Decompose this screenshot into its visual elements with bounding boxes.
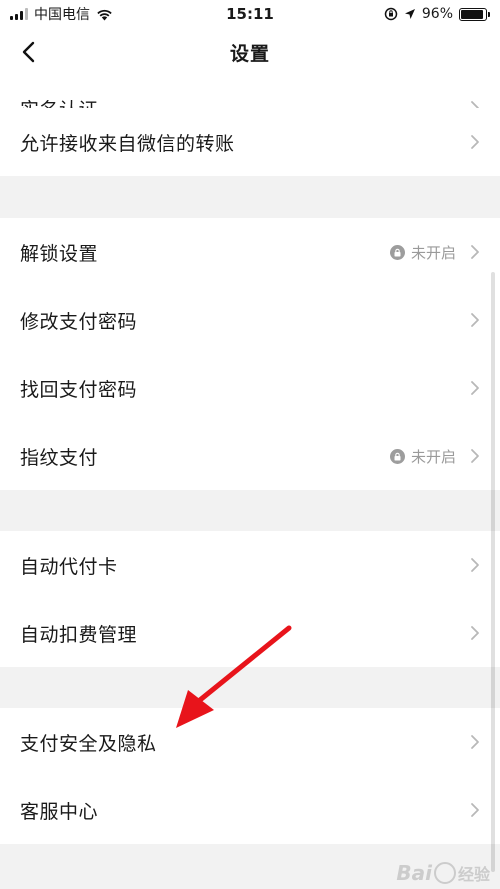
row-label: 实名认证: [20, 95, 470, 108]
row-change-pay-password[interactable]: 修改支付密码: [0, 286, 500, 354]
row-auto-pay-card[interactable]: 自动代付卡: [0, 531, 500, 599]
row-recover-pay-password[interactable]: 找回支付密码: [0, 354, 500, 422]
chevron-right-icon: [471, 735, 479, 749]
chevron-right-icon: [471, 558, 479, 572]
status-text: 未开启: [410, 447, 456, 466]
row-allow-wechat-transfer[interactable]: 允许接收来自微信的转账: [0, 108, 500, 176]
row-unlock-settings[interactable]: 解锁设置 未开启: [0, 218, 500, 286]
row-pay-security-privacy[interactable]: 支付安全及隐私: [0, 708, 500, 776]
settings-group-2: 解锁设置 未开启 修改支付密码 找回支付密码 指纹支付 未开启: [0, 218, 500, 490]
wifi-icon: [97, 9, 112, 20]
settings-group-3: 自动代付卡 自动扣费管理: [0, 531, 500, 667]
row-label: 指纹支付: [20, 446, 99, 469]
chevron-right-icon: [471, 803, 479, 817]
back-button[interactable]: [14, 38, 42, 66]
settings-group-4: 支付安全及隐私 客服中心: [0, 708, 500, 844]
status-text: 未开启: [410, 243, 456, 262]
chevron-right-icon: [471, 135, 479, 149]
row-label: 自动代付卡: [20, 555, 118, 578]
chevron-right-icon: [471, 101, 479, 108]
row-label: 解锁设置: [20, 242, 99, 265]
chevron-right-icon: [471, 381, 479, 395]
watermark-sub: 经验: [457, 865, 490, 884]
row-realname-verification[interactable]: 实名认证: [0, 76, 500, 108]
location-icon: [404, 9, 415, 19]
lock-icon: [389, 448, 405, 464]
row-label: 支付安全及隐私: [20, 732, 157, 755]
orientation-lock-icon: [384, 7, 398, 21]
row-fingerprint-pay[interactable]: 指纹支付 未开启: [0, 422, 500, 490]
chevron-right-icon: [471, 313, 479, 327]
nav-bar: 设置: [0, 28, 500, 76]
baidu-watermark: Bai 经验: [396, 861, 490, 885]
row-label: 修改支付密码: [20, 310, 138, 333]
signal-icon: [10, 8, 28, 20]
row-label: 允许接收来自微信的转账: [20, 132, 235, 155]
watermark-brand: Bai: [396, 861, 432, 885]
row-label: 自动扣费管理: [20, 623, 138, 646]
row-label: 找回支付密码: [20, 378, 138, 401]
row-label: 客服中心: [20, 800, 99, 823]
paw-icon: [433, 862, 456, 884]
page-title: 设置: [229, 42, 270, 65]
status-bar: 中国电信 15:11 96%: [0, 0, 500, 28]
row-customer-service[interactable]: 客服中心: [0, 776, 500, 844]
chevron-right-icon: [471, 626, 479, 640]
battery-percent: 96%: [421, 6, 453, 22]
status-badge: 未开启: [389, 446, 456, 467]
row-auto-deduction[interactable]: 自动扣费管理: [0, 599, 500, 667]
status-badge: 未开启: [389, 242, 456, 263]
chevron-left-icon: [22, 41, 35, 63]
battery-icon: [459, 7, 490, 21]
chevron-right-icon: [471, 449, 479, 463]
carrier-name: 中国电信: [34, 7, 90, 23]
scrollbar[interactable]: [491, 272, 495, 872]
settings-group-1: 实名认证 允许接收来自微信的转账: [0, 76, 500, 176]
lock-icon: [389, 244, 405, 260]
chevron-right-icon: [471, 245, 479, 259]
